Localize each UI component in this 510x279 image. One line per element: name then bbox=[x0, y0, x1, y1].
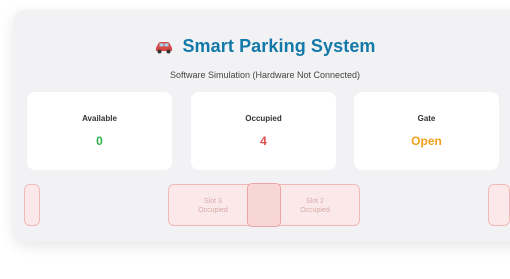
stat-label: Gate bbox=[417, 114, 436, 123]
parking-slot-3[interactable]: Slot 3 Occupied bbox=[168, 184, 258, 226]
slot-2-name: Slot 2 bbox=[306, 198, 324, 205]
stat-card-available: Available 0 bbox=[27, 92, 172, 170]
parking-slot-partial-right[interactable] bbox=[488, 184, 510, 226]
header: Smart Parking System bbox=[0, 36, 510, 59]
stat-value-gate: Open bbox=[411, 134, 442, 148]
subtitle: Software Simulation (Hardware Not Connec… bbox=[169, 70, 361, 80]
parking-slot-partial-left[interactable] bbox=[24, 184, 40, 226]
stat-card-occupied: Occupied 4 bbox=[191, 92, 336, 170]
stat-card-gate: Gate Open bbox=[354, 92, 499, 170]
car-icon bbox=[154, 40, 174, 54]
title-row: Smart Parking System bbox=[154, 36, 375, 57]
page: Smart Parking System Software Simulation… bbox=[0, 0, 510, 279]
page-title: Smart Parking System bbox=[182, 36, 376, 56]
stat-value-available: 0 bbox=[96, 134, 103, 148]
slot-3-text: Slot 3 Occupied bbox=[169, 197, 257, 215]
stat-label: Available bbox=[82, 114, 117, 123]
stat-label: Occupied bbox=[245, 114, 282, 123]
stat-value-occupied: 4 bbox=[260, 134, 267, 148]
slot-3-status: Occupied bbox=[198, 207, 228, 214]
slot-3-name: Slot 3 bbox=[204, 198, 222, 205]
slot-2-text: Slot 2 Occupied bbox=[271, 197, 359, 215]
moving-car-block bbox=[247, 183, 281, 227]
parking-slot-2[interactable]: Slot 2 Occupied bbox=[270, 184, 360, 226]
slot-2-status: Occupied bbox=[300, 207, 330, 214]
